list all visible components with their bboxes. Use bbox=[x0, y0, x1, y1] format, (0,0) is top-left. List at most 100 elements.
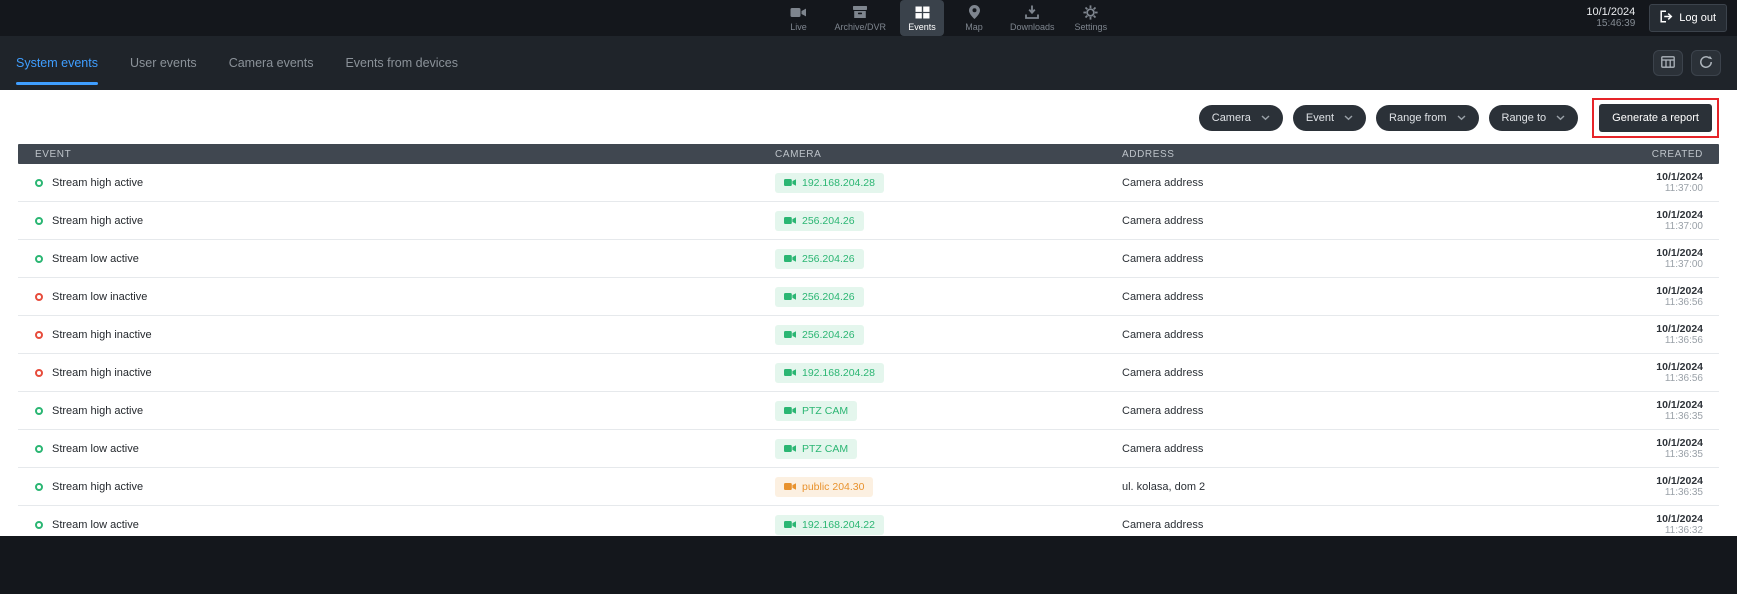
status-active-icon bbox=[35, 255, 43, 263]
nav-item-map[interactable]: Map bbox=[952, 0, 996, 36]
created-time: 11:37:00 bbox=[1509, 259, 1703, 271]
tab-user-events[interactable]: User events bbox=[130, 36, 197, 90]
camera-badge[interactable]: PTZ CAM bbox=[775, 439, 857, 459]
camera-icon bbox=[784, 330, 796, 339]
camera-name: 192.168.204.28 bbox=[802, 177, 875, 189]
created-cell: 10/1/202411:36:32 bbox=[1509, 513, 1719, 537]
event-cell: Stream high inactive bbox=[18, 367, 758, 379]
status-inactive-icon bbox=[35, 293, 43, 301]
address-cell: Camera address bbox=[1105, 177, 1509, 189]
address-cell: ul. kolasa, dom 2 bbox=[1105, 481, 1509, 493]
camera-badge[interactable]: 256.204.26 bbox=[775, 287, 864, 307]
camera-name: 192.168.204.28 bbox=[802, 367, 875, 379]
created-cell: 10/1/202411:37:00 bbox=[1509, 247, 1719, 271]
table-row[interactable]: Stream low active192.168.204.22Camera ad… bbox=[18, 506, 1719, 536]
events-table: EVENT CAMERA ADDRESS CREATED Stream high… bbox=[18, 144, 1719, 536]
nav-item-archive-dvr[interactable]: Archive/DVR bbox=[829, 0, 893, 36]
created-cell: 10/1/202411:36:35 bbox=[1509, 399, 1719, 423]
gear-icon bbox=[1083, 5, 1098, 20]
event-name: Stream high inactive bbox=[52, 329, 152, 341]
created-cell: 10/1/202411:36:56 bbox=[1509, 323, 1719, 347]
camera-cell: 192.168.204.28 bbox=[758, 173, 1105, 193]
table-row[interactable]: Stream high activePTZ CAMCamera address1… bbox=[18, 392, 1719, 430]
camera-cell: 256.204.26 bbox=[758, 325, 1105, 345]
camera-cell: public 204.30 bbox=[758, 477, 1105, 497]
table-row[interactable]: Stream low active256.204.26Camera addres… bbox=[18, 240, 1719, 278]
address-cell: Camera address bbox=[1105, 367, 1509, 379]
camera-icon bbox=[784, 368, 796, 377]
camera-name: public 204.30 bbox=[802, 481, 864, 493]
table-row[interactable]: Stream high active 256.204.26 Camera addre… bbox=[18, 202, 1719, 240]
camera-badge[interactable]: 192.168.204.22 bbox=[775, 515, 884, 535]
camera-filter-dropdown[interactable]: Camera bbox=[1199, 105, 1283, 131]
camera-icon bbox=[784, 178, 796, 187]
table-row[interactable]: Stream low activePTZ CAMCamera address10… bbox=[18, 430, 1719, 468]
camera-icon bbox=[784, 520, 796, 529]
archive-icon bbox=[852, 5, 868, 20]
chevron-down-icon bbox=[1457, 115, 1466, 121]
download-icon bbox=[1025, 5, 1039, 20]
nav-item-downloads[interactable]: Downloads bbox=[1004, 0, 1061, 36]
table-row[interactable]: Stream high active public 204.30 ul. kolas… bbox=[18, 468, 1719, 506]
tab-camera-events[interactable]: Camera events bbox=[229, 36, 314, 90]
range-from-filter-dropdown[interactable]: Range from bbox=[1376, 105, 1478, 131]
logout-button[interactable]: Log out bbox=[1649, 4, 1727, 32]
camera-name: 256.204.26 bbox=[802, 329, 855, 341]
table-row[interactable]: Stream high active192.168.204.28Camera a… bbox=[18, 164, 1719, 202]
status-active-icon bbox=[35, 407, 43, 415]
table-view-button[interactable] bbox=[1653, 50, 1683, 76]
table-row[interactable]: Stream high inactive 192.168.204.28 Camera… bbox=[18, 354, 1719, 392]
camera-badge[interactable]: 256.204.26 bbox=[775, 249, 864, 269]
created-time: 11:36:35 bbox=[1509, 449, 1703, 461]
nav-item-label: Archive/DVR bbox=[835, 22, 887, 32]
camera-name: PTZ CAM bbox=[802, 443, 848, 455]
status-inactive-icon bbox=[35, 331, 43, 339]
generate-report-button[interactable]: Generate a report bbox=[1599, 104, 1712, 132]
camera-cell: 256.204.26 bbox=[758, 287, 1105, 307]
camera-cell: 256.204.26 bbox=[758, 249, 1105, 269]
dropdown-label: Range to bbox=[1502, 112, 1547, 124]
camera-badge[interactable]: 256.204.26 bbox=[775, 211, 864, 231]
range-to-filter-dropdown[interactable]: Range to bbox=[1489, 105, 1579, 131]
tab-system-events[interactable]: System events bbox=[16, 36, 98, 90]
event-filter-dropdown[interactable]: Event bbox=[1293, 105, 1366, 131]
nav-item-live[interactable]: Live bbox=[777, 0, 821, 36]
table-row[interactable]: Stream low inactive256.204.26Camera addr… bbox=[18, 278, 1719, 316]
camera-badge[interactable]: 256.204.26 bbox=[775, 325, 864, 345]
camera-icon bbox=[784, 254, 796, 263]
event-cell: Stream high active bbox=[18, 405, 758, 417]
status-active-icon bbox=[35, 521, 43, 529]
camera-icon bbox=[784, 482, 796, 491]
camera-badge[interactable]: 192.168.204.28 bbox=[775, 173, 884, 193]
nav-item-label: Map bbox=[965, 22, 983, 32]
created-cell: 10/1/202411:36:35 bbox=[1509, 437, 1719, 461]
created-cell: 10/1/202411:37:00 bbox=[1509, 209, 1719, 233]
status-active-icon bbox=[35, 445, 43, 453]
camera-icon bbox=[784, 444, 796, 453]
refresh-icon bbox=[1699, 55, 1713, 72]
table-body: Stream high active 192.168.204.28 Camera a… bbox=[18, 164, 1719, 536]
event-cell: Stream low active bbox=[18, 253, 758, 265]
nav-item-settings[interactable]: Settings bbox=[1069, 0, 1114, 36]
created-date: 10/1/2024 bbox=[1509, 437, 1703, 449]
address-cell: Camera address bbox=[1105, 215, 1509, 227]
event-name: Stream high active bbox=[52, 405, 143, 417]
camera-cell: PTZ CAM bbox=[758, 439, 1105, 459]
camera-badge[interactable]: 192.168.204.28 bbox=[775, 363, 884, 383]
col-header-camera: CAMERA bbox=[758, 149, 1105, 160]
address-cell: Camera address bbox=[1105, 291, 1509, 303]
nav-item-label: Settings bbox=[1075, 22, 1108, 32]
nav-item-events[interactable]: Events bbox=[900, 0, 944, 36]
tab-events-from-devices[interactable]: Events from devices bbox=[345, 36, 458, 90]
created-date: 10/1/2024 bbox=[1509, 513, 1703, 525]
chevron-down-icon bbox=[1556, 115, 1565, 121]
status-active-icon bbox=[35, 483, 43, 491]
table-row[interactable]: Stream high inactive 256.204.26 Camera add… bbox=[18, 316, 1719, 354]
camera-badge[interactable]: public 204.30 bbox=[775, 477, 873, 497]
address-cell: Camera address bbox=[1105, 329, 1509, 341]
refresh-button[interactable] bbox=[1691, 50, 1721, 76]
event-name: Stream high active bbox=[52, 215, 143, 227]
created-date: 10/1/2024 bbox=[1509, 247, 1703, 259]
event-cell: Stream high active bbox=[18, 481, 758, 493]
camera-badge[interactable]: PTZ CAM bbox=[775, 401, 857, 421]
